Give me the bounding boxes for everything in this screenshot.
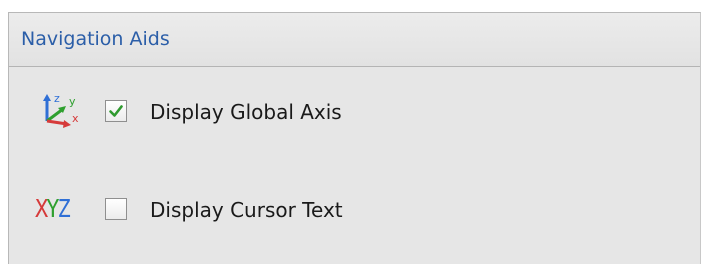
global-axis-icon: z y x (33, 91, 85, 131)
panel-header: Navigation Aids (9, 13, 700, 67)
panel-title: Navigation Aids (21, 28, 170, 50)
svg-text:x: x (72, 112, 79, 125)
xyz-text-icon: XYZ (33, 189, 85, 229)
check-mark-icon (109, 105, 123, 117)
xyz-icon-x: X (35, 195, 48, 224)
navigation-aids-panel: Navigation Aids z y x Display Global Axi… (8, 12, 701, 264)
svg-text:z: z (54, 92, 60, 105)
display-global-axis-label[interactable]: Display Global Axis (150, 100, 342, 124)
display-cursor-text-row: XYZ Display Cursor Text (9, 189, 700, 229)
display-cursor-text-label[interactable]: Display Cursor Text (150, 198, 343, 222)
xyz-icon-y: Y (46, 195, 59, 224)
display-global-axis-checkbox[interactable] (105, 100, 127, 122)
svg-text:y: y (69, 95, 76, 108)
display-cursor-text-checkbox[interactable] (105, 198, 127, 220)
display-global-axis-row: z y x Display Global Axis (9, 91, 700, 131)
xyz-icon-z: Z (57, 195, 71, 224)
